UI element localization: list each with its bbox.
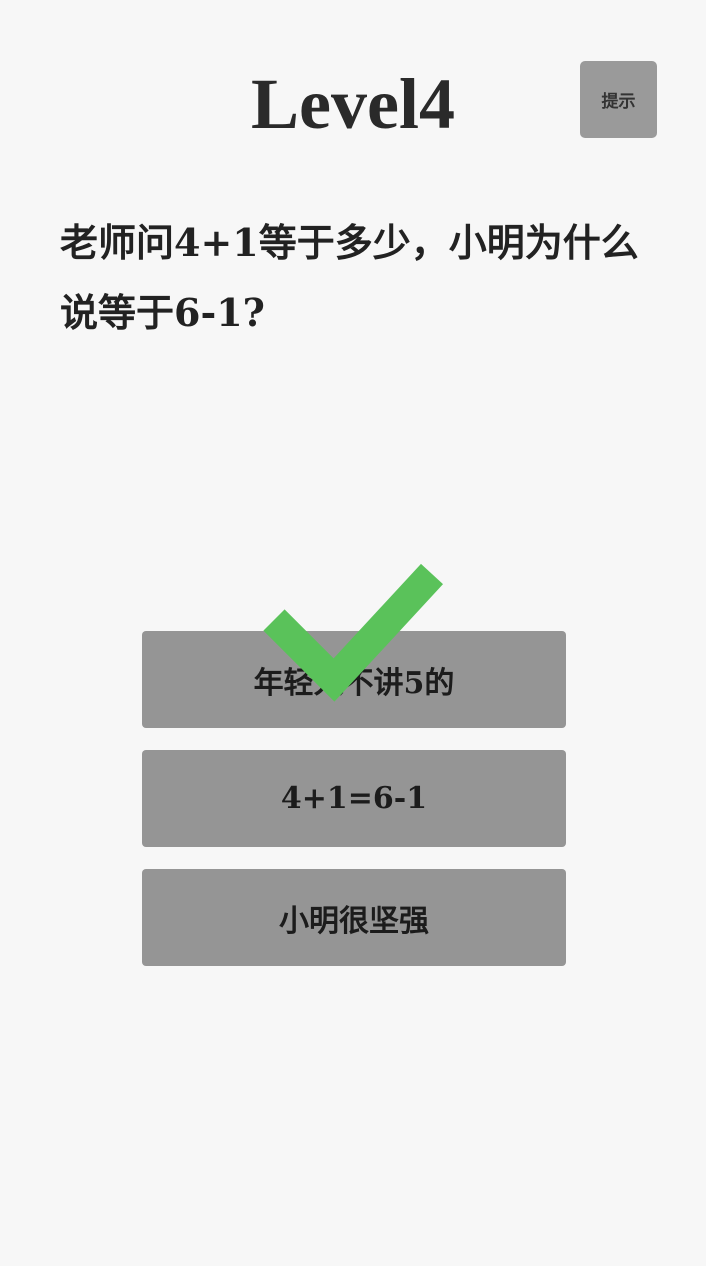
question-text: 老师问4+1等于多少，小明为什么说等于6-1? (60, 220, 639, 335)
option-button-2[interactable]: 4+1=6-1 (142, 750, 566, 847)
option-button-1[interactable]: 年轻人不讲5的 (142, 631, 566, 728)
answer-options: 年轻人不讲5的 4+1=6-1 小明很坚强 (142, 631, 566, 988)
option-button-3[interactable]: 小明很坚强 (142, 869, 566, 966)
hint-button[interactable]: 提示 (580, 61, 657, 138)
